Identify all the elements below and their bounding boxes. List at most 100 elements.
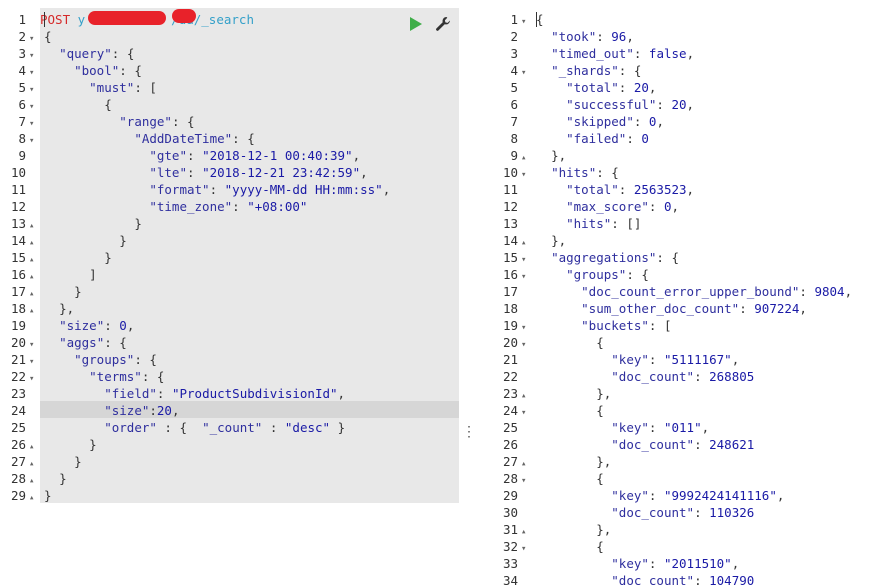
line-number: 29 <box>502 488 518 503</box>
line-number: 4 ▾ <box>472 62 529 79</box>
code-line: "order" : { "_count" : "desc" } <box>104 420 346 435</box>
code-line: "field": "ProductSubdivisionId", <box>104 386 346 401</box>
line-number: 7 <box>510 114 518 129</box>
line-number: 22 ▾ <box>0 368 37 385</box>
code-line: "key": "9992424141116", <box>611 488 785 503</box>
code-line: }, <box>596 454 612 469</box>
line-number: 17 <box>502 284 518 299</box>
line-number: 8 <box>510 131 518 146</box>
code-line: } <box>104 250 112 265</box>
line-number: 2 <box>510 29 518 44</box>
code-line: { <box>596 471 604 486</box>
wrench-icon[interactable] <box>434 15 452 33</box>
code-line: "doc_count": 110326 <box>611 505 755 520</box>
line-number: 15 ▴ <box>0 249 37 266</box>
response-code-area[interactable]: { "took": 96, "timed_out": false, "_shar… <box>532 8 895 587</box>
line-number: 11 <box>502 182 518 197</box>
line-number: 3 ▾ <box>0 45 37 62</box>
line-number: 33 <box>502 556 518 571</box>
code-line: "timed_out": false, <box>551 46 695 61</box>
code-line: "must": [ <box>89 80 157 95</box>
line-number: 12 <box>502 199 518 214</box>
code-line: "doc_count": 248621 <box>611 437 755 452</box>
request-editor-pane[interactable]: 1 2 ▾ 3 ▾ 4 ▾ 5 ▾ 6 ▾ 7 ▾ 8 ▾ 9 10 11 12 13 ▴ 14 ▴ 15 ▴ 16 ▴ 17 ▴ 18 ▴… <box>0 0 459 587</box>
code-line: "doc_count": 268805 <box>611 369 755 384</box>
line-number: 9 <box>18 148 26 163</box>
code-line: }, <box>596 386 612 401</box>
code-line: { <box>596 539 604 554</box>
redaction-mark <box>172 9 196 23</box>
line-number: 15 ▾ <box>472 249 529 266</box>
code-line: "AddDateTime": { <box>134 131 255 146</box>
code-line: "max_score": 0, <box>566 199 680 214</box>
code-line: "groups": { <box>566 267 649 282</box>
line-number: 5 ▾ <box>0 79 37 96</box>
code-line: } <box>74 454 82 469</box>
code-line: "key": "2011510", <box>611 556 740 571</box>
code-line: }, <box>551 148 567 163</box>
line-number: 34 <box>502 573 518 587</box>
line-number: 29 ▴ <box>0 487 37 504</box>
code-line: } <box>89 437 97 452</box>
line-number: 32 ▾ <box>472 538 529 555</box>
line-number: 31 ▴ <box>472 521 529 538</box>
code-line: } <box>44 488 52 503</box>
line-number: 22 <box>502 369 518 384</box>
line-number: 18 <box>502 301 518 316</box>
code-line: "doc_count_error_upper_bound": 9804, <box>581 284 853 299</box>
line-number: 21 ▾ <box>0 351 37 368</box>
line-number: 10 <box>10 165 26 180</box>
code-line: "hits": { <box>551 165 619 180</box>
line-number: 5 <box>510 80 518 95</box>
line-number: 28 ▴ <box>0 470 37 487</box>
request-code-area[interactable]: POST y/da/_search { "query": { "bool": {… <box>40 8 459 587</box>
fold-toggle-icon[interactable]: ▴ <box>29 490 37 507</box>
code-line: "terms": { <box>89 369 165 384</box>
code-line: { <box>596 335 604 350</box>
code-line: "gte": "2018-12-1 00:40:39", <box>149 148 361 163</box>
line-number: 13 <box>502 216 518 231</box>
code-line: { <box>104 97 112 112</box>
line-number: 6 ▾ <box>0 96 37 113</box>
code-line: "total": 20, <box>566 80 657 95</box>
code-line: { <box>536 12 544 27</box>
line-number: 12 <box>10 199 26 214</box>
line-number: 1 ▾ <box>472 11 529 28</box>
code-line: "bool": { <box>74 63 142 78</box>
line-number: 4 ▾ <box>0 62 37 79</box>
line-number: 25 <box>502 420 518 435</box>
line-number: 14 ▴ <box>0 232 37 249</box>
code-line: } <box>119 233 127 248</box>
line-number: 21 <box>502 352 518 367</box>
line-number: 23 ▴ <box>472 385 529 402</box>
line-number: 7 ▾ <box>0 113 37 130</box>
code-line: "failed": 0 <box>566 131 649 146</box>
code-line: "total": 2563523, <box>566 182 695 197</box>
line-number: 17 ▴ <box>0 283 37 300</box>
line-number: 10 ▾ <box>472 164 529 181</box>
code-line: } <box>59 471 67 486</box>
code-line: "lte": "2018-12-21 23:42:59", <box>149 165 368 180</box>
code-line: "query": { <box>59 46 135 61</box>
line-number: 19 ▾ <box>472 317 529 334</box>
code-line: "skipped": 0, <box>566 114 664 129</box>
code-line: "aggs": { <box>59 335 127 350</box>
line-number: 24 ▾ <box>472 402 529 419</box>
code-line: { <box>44 29 52 44</box>
line-number: 3 <box>510 46 518 61</box>
line-number: 24 <box>10 403 26 418</box>
line-number: 23 <box>10 386 26 401</box>
redaction-mark <box>88 11 166 25</box>
line-number: 11 <box>10 182 26 197</box>
response-viewer-pane[interactable]: 1 ▾ 2 3 4 ▾ 5 6 7 8 9 ▴ 10 ▾ 11 12 13 14 ▴ 15 ▾ 16 ▾ 17 18 19 ▾ 20 ▾… <box>472 0 895 587</box>
play-icon[interactable] <box>410 17 422 31</box>
code-line: "_shards": { <box>551 63 642 78</box>
line-number: 9 ▴ <box>472 147 529 164</box>
code-line: { <box>596 403 604 418</box>
code-line: "aggregations": { <box>551 250 680 265</box>
line-number: 18 ▴ <box>0 300 37 317</box>
code-line: "key": "011", <box>611 420 710 435</box>
code-line: } <box>134 216 142 231</box>
line-number: 8 ▾ <box>0 130 37 147</box>
code-line: "took": 96, <box>551 29 634 44</box>
